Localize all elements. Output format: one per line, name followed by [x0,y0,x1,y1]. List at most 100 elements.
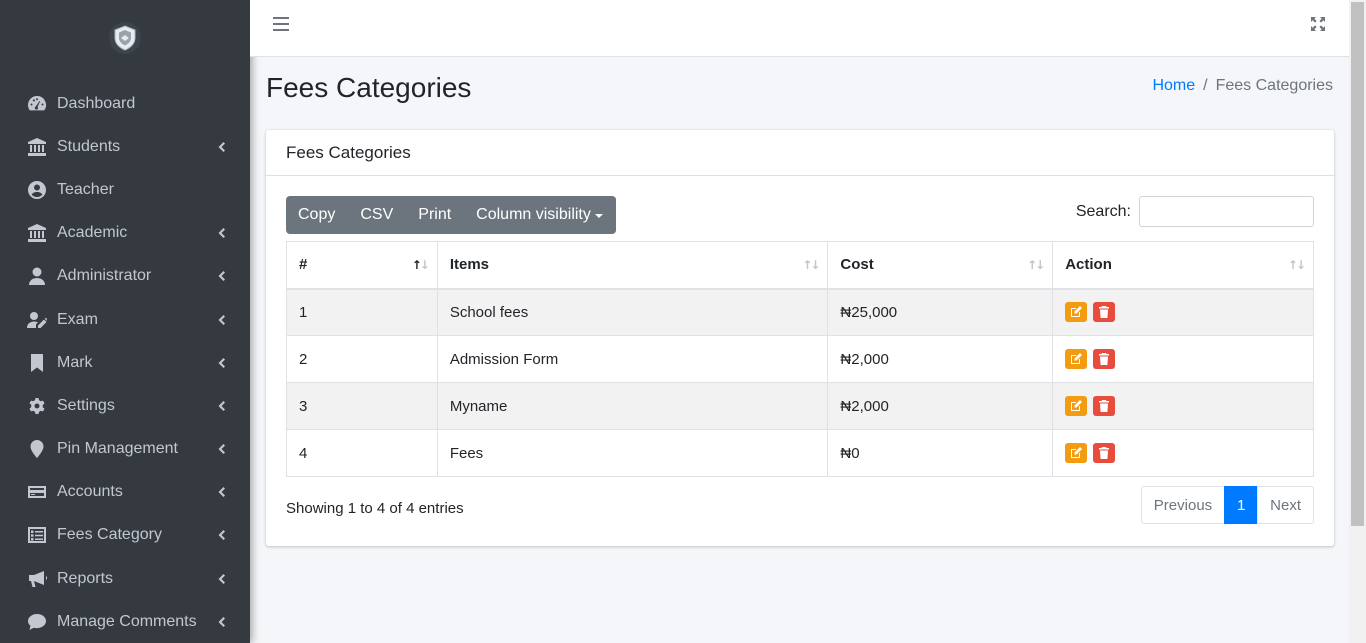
cell-item: Fees [436,429,829,477]
sidebar-item-fees-category[interactable]: Fees Category [0,514,250,557]
column-header-cost[interactable]: Cost ↑↓ [827,241,1054,290]
delete-button[interactable] [1093,302,1116,323]
sidebar-item-label: Pin Management [57,440,178,458]
card-title: Fees Categories [286,142,411,162]
trash-icon [1099,447,1110,459]
chevron-left-icon [216,357,226,368]
export-button-group: Copy CSV Print Column visibility [286,196,616,234]
user-icon [27,266,47,286]
sidebar-item-label: Dashboard [57,94,136,112]
breadcrumb-separator: / [1203,77,1208,94]
chevron-left-icon [216,487,226,498]
sidebar-item-exam[interactable]: Exam [0,298,250,341]
copy-button[interactable]: Copy [286,196,349,234]
list-alt-icon [27,525,47,545]
fees-table: # ↑↓ Items ↑↓ Cost ↑↓ Action ↑↓ 1 School fee… [286,241,1314,477]
print-button[interactable]: Print [406,196,465,234]
sidebar-item-academic[interactable]: Academic [0,212,250,255]
gear-icon [27,396,47,416]
sidebar-item-mark[interactable]: Mark [0,341,250,384]
breadcrumb: Home / Fees Categories [1152,77,1333,95]
sidebar-item-label: Settings [57,396,115,414]
edit-icon [1071,306,1083,318]
edit-button[interactable] [1065,443,1088,463]
column-header-items[interactable]: Items ↑↓ [436,241,829,290]
chevron-left-icon [216,530,226,541]
sidebar-item-dashboard[interactable]: Dashboard [0,82,250,125]
brand[interactable] [0,0,250,80]
previous-page-button[interactable]: Previous [1140,486,1226,524]
delete-button[interactable] [1093,396,1116,416]
edit-icon [1071,447,1083,458]
cell-action [1052,288,1314,336]
sidebar-item-settings[interactable]: Settings [0,384,250,427]
cell-number: 2 [286,335,438,383]
cell-action [1052,429,1314,477]
table-row: 1 School fees ₦25,000 [286,288,1314,336]
table-row: 2 Admission Form ₦2,000 [286,335,1314,383]
sort-icon: ↑↓ [802,258,820,272]
sidebar-item-manage-comments[interactable]: Manage Comments [0,600,250,643]
column-visibility-button[interactable]: Column visibility [464,196,616,234]
delete-button[interactable] [1093,443,1116,463]
sidebar-item-label: Fees Category [57,526,162,544]
cell-number: 4 [286,429,438,477]
sidebar-item-pin-management[interactable]: Pin Management [0,428,250,471]
cell-item: School fees [436,288,829,336]
tachometer-icon [27,94,47,114]
breadcrumb-home-link[interactable]: Home [1152,77,1195,95]
cell-cost: ₦25,000 [827,288,1054,336]
hamburger-menu-icon[interactable] [273,17,289,31]
sidebar-nav: Dashboard Students Teacher Academic Admi… [0,82,250,643]
page-1-button[interactable]: 1 [1224,486,1259,524]
cell-action [1052,335,1314,383]
edit-icon [1071,400,1083,411]
fees-categories-card: Fees Categories Copy CSV Print Column vi… [266,130,1334,546]
sidebar-item-students[interactable]: Students [0,125,250,168]
chevron-left-icon [216,573,226,584]
sidebar-item-administrator[interactable]: Administrator [0,255,250,298]
edit-button[interactable] [1065,396,1088,416]
sidebar-item-label: Accounts [57,483,123,501]
card-header: Fees Categories [266,130,1334,176]
sort-icon: ↑↓ [1027,258,1045,272]
chevron-left-icon [216,314,226,325]
search-label: Search: [1075,202,1131,220]
table-header-row: # ↑↓ Items ↑↓ Cost ↑↓ Action ↑↓ [286,241,1314,290]
chevron-left-icon [216,271,226,282]
sidebar-item-label: Students [57,137,121,155]
bookmark-icon [27,353,47,373]
chevron-left-icon [216,141,226,152]
sidebar-item-accounts[interactable]: Accounts [0,471,250,514]
sidebar-item-label: Reports [57,569,114,587]
table-info: Showing 1 to 4 of 4 entries [286,500,464,517]
sidebar-item-label: Mark [57,353,93,371]
page-scrollbar[interactable] [1349,0,1366,643]
column-header-action[interactable]: Action ↑↓ [1052,241,1314,290]
delete-button[interactable] [1093,349,1116,369]
sort-icon: ↑↓ [1287,258,1306,272]
sidebar-item-label: Manage Comments [57,612,197,630]
trash-icon [1099,306,1110,319]
university-icon [27,223,47,243]
edit-button[interactable] [1065,302,1088,323]
fullscreen-icon[interactable] [1311,17,1325,31]
table-row: 3 Myname ₦2,000 [286,382,1314,430]
topbar [250,0,1349,57]
csv-button[interactable]: CSV [348,196,407,234]
scrollbar-thumb[interactable] [1351,2,1364,526]
next-page-button[interactable]: Next [1257,486,1314,524]
trash-icon [1099,353,1110,365]
breadcrumb-current: Fees Categories [1215,77,1333,94]
edit-button[interactable] [1065,349,1088,369]
cell-item: Myname [436,382,829,430]
cell-number: 3 [286,382,438,430]
comment-icon [27,612,47,632]
sidebar-item-label: Administrator [57,267,152,285]
sidebar-item-teacher[interactable]: Teacher [0,168,250,211]
column-header-number[interactable]: # ↑↓ [286,241,438,290]
page-title: Fees Categories [266,72,472,103]
sidebar-item-reports[interactable]: Reports [0,557,250,600]
map-marker-icon [27,439,47,459]
search-input[interactable] [1139,196,1314,227]
